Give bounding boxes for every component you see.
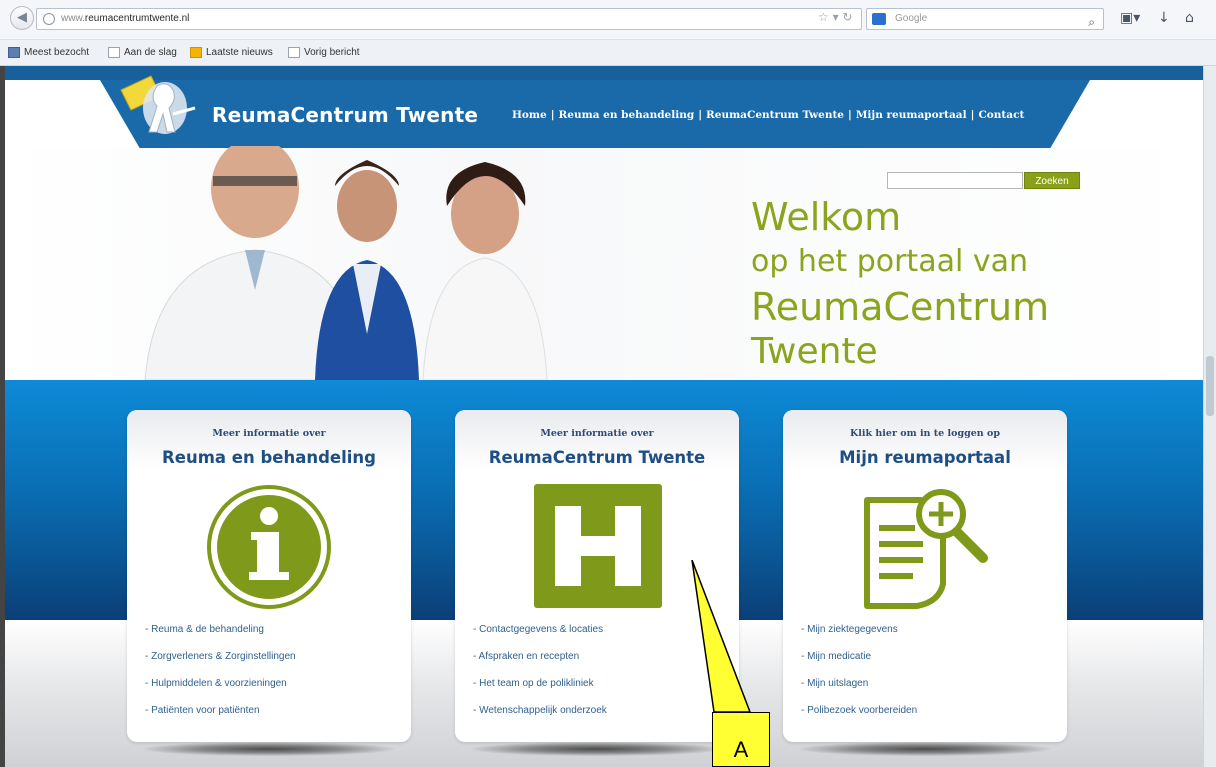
web-page: ReumaCentrum Twente Home | Reuma en behand… (5, 66, 1203, 767)
card-link[interactable]: - Mijn uitslagen (801, 676, 917, 703)
card-link[interactable]: - Contactgegevens & locaties (473, 622, 607, 649)
vertical-scrollbar[interactable] (1203, 66, 1216, 767)
card-kicker: Meer informatie over (540, 428, 654, 439)
bookmark-label: Meest bezocht (24, 47, 90, 58)
bookmark-laatste-nieuws[interactable]: Laatste nieuws (190, 47, 273, 58)
search-engine-icon[interactable] (872, 13, 886, 25)
card-link[interactable]: - Mijn ziektegegevens (801, 622, 917, 649)
browser-search-input[interactable]: Google ⌕ (866, 8, 1104, 30)
main-navigation: Home | Reuma en behandeling | ReumaCentrum T… (512, 109, 1024, 121)
card-link[interactable]: - Polibezoek voorbereiden (801, 703, 917, 730)
url-domain: reumacentrumtwente.nl (84, 13, 190, 24)
card-title[interactable]: Reuma en behandeling (127, 448, 411, 467)
url-bar-icons[interactable]: ☆ ▾ ↻ (818, 10, 852, 24)
nav-reuma-en-behandeling[interactable]: Reuma en behandeling (559, 109, 695, 121)
logo-icon[interactable] (117, 74, 199, 136)
card-link-list: - Reuma & de behandeling - Zorgverleners… (145, 622, 296, 730)
card-kicker: Klik hier om in te loggen op (850, 428, 1000, 439)
page-icon (288, 47, 300, 58)
card-shadow (799, 742, 1051, 756)
bookmark-label: Vorig bericht (304, 47, 360, 58)
card-mijn-reumaportaal[interactable]: Klik hier om in te loggen op Mijn reumap… (783, 410, 1067, 742)
bookmark-vorig-bericht[interactable]: Vorig bericht (288, 47, 360, 58)
nav-separator: | (698, 109, 703, 121)
document-search-icon[interactable] (783, 480, 1067, 610)
bookmark-aan-de-slag[interactable]: Aan de slag (108, 47, 177, 58)
card-link[interactable]: - Patiënten voor patiënten (145, 703, 296, 730)
card-link[interactable]: - Zorgverleners & Zorginstellingen (145, 649, 296, 676)
welcome-line-4: Twente (751, 331, 878, 372)
site-logo-text[interactable]: ReumaCentrum Twente (212, 103, 478, 127)
card-link[interactable]: - Het team op de polikliniek (473, 676, 607, 703)
card-link[interactable]: - Afspraken en recepten (473, 649, 607, 676)
card-link[interactable]: - Wetenschappelijk onderzoek (473, 703, 607, 730)
welcome-line-1: Welkom (751, 195, 902, 239)
card-link[interactable]: - Hulpmiddelen & voorzieningen (145, 676, 296, 703)
card-link-list: - Contactgegevens & locaties - Afspraken… (473, 622, 607, 730)
url-prefix: www. (61, 13, 85, 24)
feed-icon (190, 47, 202, 58)
nav-separator: | (847, 109, 852, 121)
annotation-pointer (691, 560, 752, 713)
browser-search-placeholder: Google (895, 13, 928, 24)
bookmarks-toolbar: Meest bezocht Aan de slag Laatste nieuws… (0, 40, 1216, 66)
nav-mijn-reumaportaal[interactable]: Mijn reumaportaal (856, 109, 967, 121)
scrollbar-thumb[interactable] (1206, 356, 1214, 416)
card-shadow (143, 742, 395, 756)
bookmark-label: Aan de slag (124, 47, 177, 58)
nav-reumacentrum-twente[interactable]: ReumaCentrum Twente (706, 109, 844, 121)
back-arrow-icon[interactable]: ◀ (10, 6, 34, 30)
search-icon[interactable]: ⌕ (1088, 12, 1095, 32)
bookmarks-icon (8, 47, 20, 58)
nav-separator: | (970, 109, 975, 121)
card-link-list: - Mijn ziektegegevens - Mijn medicatie -… (801, 622, 917, 730)
welcome-line-2: op het portaal van (751, 244, 1028, 279)
browser-toolbar: ◀ www.reumacentrumtwente.nl ☆ ▾ ↻ Google… (0, 0, 1216, 40)
bookmark-label: Laatste nieuws (206, 47, 273, 58)
card-link[interactable]: - Reuma & de behandeling (145, 622, 296, 649)
site-search-button[interactable]: Zoeken (1024, 172, 1080, 189)
card-title[interactable]: Mijn reumaportaal (783, 448, 1067, 467)
info-circle-icon[interactable] (127, 480, 411, 610)
nav-home[interactable]: Home (512, 109, 547, 121)
download-icon[interactable]: ↓ (1158, 10, 1170, 26)
site-search-input[interactable] (887, 172, 1023, 189)
bookmark-meest-bezocht[interactable]: Meest bezocht (8, 47, 89, 58)
nav-contact[interactable]: Contact (978, 109, 1024, 121)
annotation-label: A (733, 737, 749, 762)
welcome-line-3: ReumaCentrum (751, 285, 1050, 329)
welcome-heading: Welkom op het portaal van ReumaCentrum T… (751, 196, 1049, 374)
card-reuma-en-behandeling[interactable]: Meer informatie over Reuma en behandelin… (127, 410, 411, 742)
card-title[interactable]: ReumaCentrum Twente (455, 448, 739, 467)
bookmarks-menu-icon[interactable]: ▣▾ (1120, 10, 1140, 26)
annotation-callout: A (712, 712, 770, 767)
site-identity-icon[interactable] (43, 13, 55, 25)
address-bar[interactable]: www.reumacentrumtwente.nl (36, 8, 862, 30)
nav-separator: | (550, 109, 555, 121)
home-icon[interactable]: ⌂ (1185, 10, 1194, 26)
card-shadow (471, 742, 723, 756)
staff-photo (144, 146, 548, 380)
card-link[interactable]: - Mijn medicatie (801, 649, 917, 676)
page-icon (108, 47, 120, 58)
card-kicker: Meer informatie over (212, 428, 326, 439)
